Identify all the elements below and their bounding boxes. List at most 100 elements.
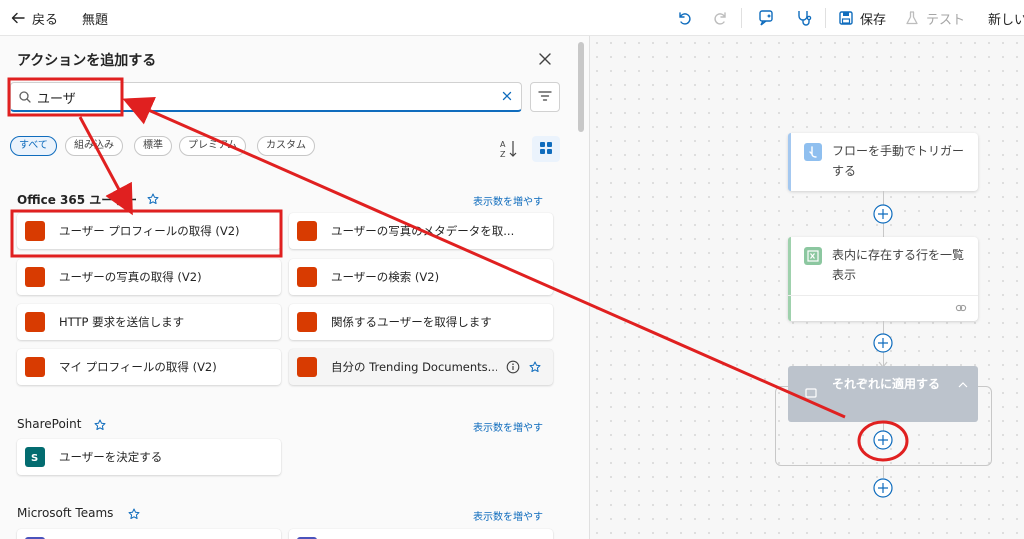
grid-icon bbox=[539, 141, 553, 158]
action-card[interactable]: ユーザー プロフィールの取得 (V2) bbox=[17, 213, 281, 249]
favorite-star-icon[interactable] bbox=[147, 193, 159, 205]
chip-all[interactable]: すべて bbox=[10, 136, 57, 156]
office365-icon bbox=[25, 312, 45, 332]
search-input[interactable] bbox=[37, 86, 497, 108]
close-icon[interactable] bbox=[536, 50, 554, 68]
node-label: それぞれに適用する bbox=[832, 377, 941, 391]
save-icon bbox=[838, 10, 854, 26]
action-card[interactable]: S ユーザーを決定する bbox=[17, 439, 281, 475]
top-bar: 戻る 無題 保存 テスト 新しい bbox=[0, 0, 1024, 36]
office365-icon bbox=[25, 267, 45, 287]
loop-icon bbox=[804, 386, 818, 403]
action-label: 関係するユーザーを取得します bbox=[331, 315, 492, 329]
chip-premium[interactable]: プレミアム bbox=[179, 136, 247, 156]
clear-search-icon[interactable] bbox=[501, 90, 513, 105]
action-card[interactable]: HTTP 要求を送信します bbox=[17, 304, 281, 340]
action-label: ユーザー プロフィールの取得 (V2) bbox=[59, 224, 240, 238]
copilot-icon[interactable] bbox=[758, 0, 776, 36]
add-action-panel: アクションを追加する すべて 組み込み 標準 プレミアム カスタム A Z bbox=[0, 36, 590, 539]
action-card[interactable] bbox=[17, 529, 281, 539]
link-icon[interactable] bbox=[954, 301, 968, 318]
node-divider bbox=[788, 295, 978, 296]
show-more-sharepoint[interactable]: 表示数を増やす bbox=[473, 419, 543, 434]
office365-icon bbox=[297, 312, 317, 332]
sharepoint-icon: S bbox=[25, 447, 45, 467]
back-button[interactable]: 戻る bbox=[10, 0, 58, 36]
trigger-node[interactable]: フローを手動でトリガーする bbox=[788, 133, 978, 191]
excel-icon bbox=[804, 247, 822, 265]
office365-icon bbox=[297, 357, 317, 377]
add-step-icon[interactable] bbox=[873, 430, 893, 450]
flow-canvas[interactable]: フローを手動でトリガーする 表内に存在する行を一覧表示 それぞれに適用する bbox=[590, 36, 1024, 539]
favorite-star-icon[interactable] bbox=[94, 419, 106, 431]
favorite-star-icon[interactable] bbox=[529, 361, 541, 376]
search-icon bbox=[18, 90, 32, 107]
test-button[interactable]: テスト bbox=[904, 0, 965, 36]
test-label: テスト bbox=[926, 12, 966, 28]
action-label: ユーザーの写真のメタデータを取... bbox=[331, 224, 515, 238]
back-label: 戻る bbox=[32, 12, 59, 28]
office365-icon bbox=[297, 267, 317, 287]
office365-icon bbox=[25, 357, 45, 377]
action-card[interactable]: 自分の Trending Documents... bbox=[289, 349, 553, 385]
flow-name-text: 無題 bbox=[82, 12, 109, 28]
svg-text:S: S bbox=[31, 453, 38, 464]
add-step-icon[interactable] bbox=[873, 478, 893, 498]
chip-builtin[interactable]: 組み込み bbox=[65, 136, 123, 156]
action-label: マイ プロフィールの取得 (V2) bbox=[59, 360, 217, 374]
panel-title: アクションを追加する bbox=[17, 53, 157, 69]
filter-button[interactable] bbox=[530, 82, 560, 112]
add-step-icon[interactable] bbox=[873, 204, 893, 224]
section-title-sharepoint: SharePoint bbox=[17, 417, 82, 431]
undo-icon[interactable] bbox=[676, 0, 692, 36]
action-card[interactable]: ユーザーの検索 (V2) bbox=[289, 259, 553, 295]
office365-icon bbox=[25, 221, 45, 241]
new-designer-toggle[interactable]: 新しい bbox=[988, 0, 1024, 36]
svg-text:Z: Z bbox=[500, 150, 506, 159]
node-accent bbox=[788, 133, 791, 191]
node-label: フローを手動でトリガーする bbox=[832, 144, 965, 178]
flask-icon bbox=[904, 10, 920, 26]
action-card[interactable] bbox=[289, 529, 553, 539]
action-label: ユーザーを決定する bbox=[59, 450, 163, 464]
chevron-up-icon[interactable] bbox=[958, 378, 968, 392]
show-more-office365[interactable]: 表示数を増やす bbox=[473, 193, 543, 208]
action-label: HTTP 要求を送信します bbox=[59, 315, 185, 329]
divider bbox=[741, 8, 742, 28]
flow-checker-icon[interactable] bbox=[795, 0, 813, 36]
divider bbox=[825, 8, 826, 28]
svg-text:A: A bbox=[500, 140, 506, 149]
chip-standard[interactable]: 標準 bbox=[134, 136, 172, 156]
chip-custom[interactable]: カスタム bbox=[257, 136, 315, 156]
favorite-star-icon[interactable] bbox=[128, 508, 140, 520]
add-step-icon[interactable] bbox=[873, 333, 893, 353]
action-label: 自分の Trending Documents... bbox=[331, 360, 497, 374]
action-card[interactable]: マイ プロフィールの取得 (V2) bbox=[17, 349, 281, 385]
flow-name[interactable]: 無題 bbox=[82, 0, 108, 36]
redo-icon[interactable] bbox=[713, 0, 729, 36]
search-box bbox=[10, 82, 522, 112]
save-button[interactable]: 保存 bbox=[838, 0, 886, 36]
connector-line bbox=[883, 466, 884, 478]
action-card[interactable]: ユーザーの写真の取得 (V2) bbox=[17, 259, 281, 295]
section-title-teams: Microsoft Teams bbox=[17, 506, 114, 520]
apply-to-each-node[interactable]: それぞれに適用する bbox=[788, 366, 978, 422]
show-more-teams[interactable]: 表示数を増やす bbox=[473, 508, 543, 523]
action-card[interactable]: ユーザーの写真のメタデータを取... bbox=[289, 213, 553, 249]
manual-trigger-icon bbox=[804, 143, 822, 161]
save-label: 保存 bbox=[860, 12, 887, 28]
info-icon[interactable] bbox=[506, 360, 520, 377]
sort-az-icon[interactable]: A Z bbox=[498, 138, 520, 160]
node-accent bbox=[788, 237, 791, 321]
arrow-left-icon bbox=[10, 10, 26, 26]
action-label: ユーザーの検索 (V2) bbox=[331, 270, 440, 284]
new-label: 新しい bbox=[988, 12, 1024, 28]
filter-icon bbox=[538, 90, 552, 105]
scrollbar[interactable] bbox=[578, 42, 584, 132]
grid-view-button[interactable] bbox=[532, 136, 560, 162]
action-card[interactable]: 関係するユーザーを取得します bbox=[289, 304, 553, 340]
list-rows-node[interactable]: 表内に存在する行を一覧表示 bbox=[788, 237, 978, 321]
office365-icon bbox=[297, 221, 317, 241]
section-title-office365: Office 365 ユーザー bbox=[17, 193, 138, 207]
action-label: ユーザーの写真の取得 (V2) bbox=[59, 270, 202, 284]
